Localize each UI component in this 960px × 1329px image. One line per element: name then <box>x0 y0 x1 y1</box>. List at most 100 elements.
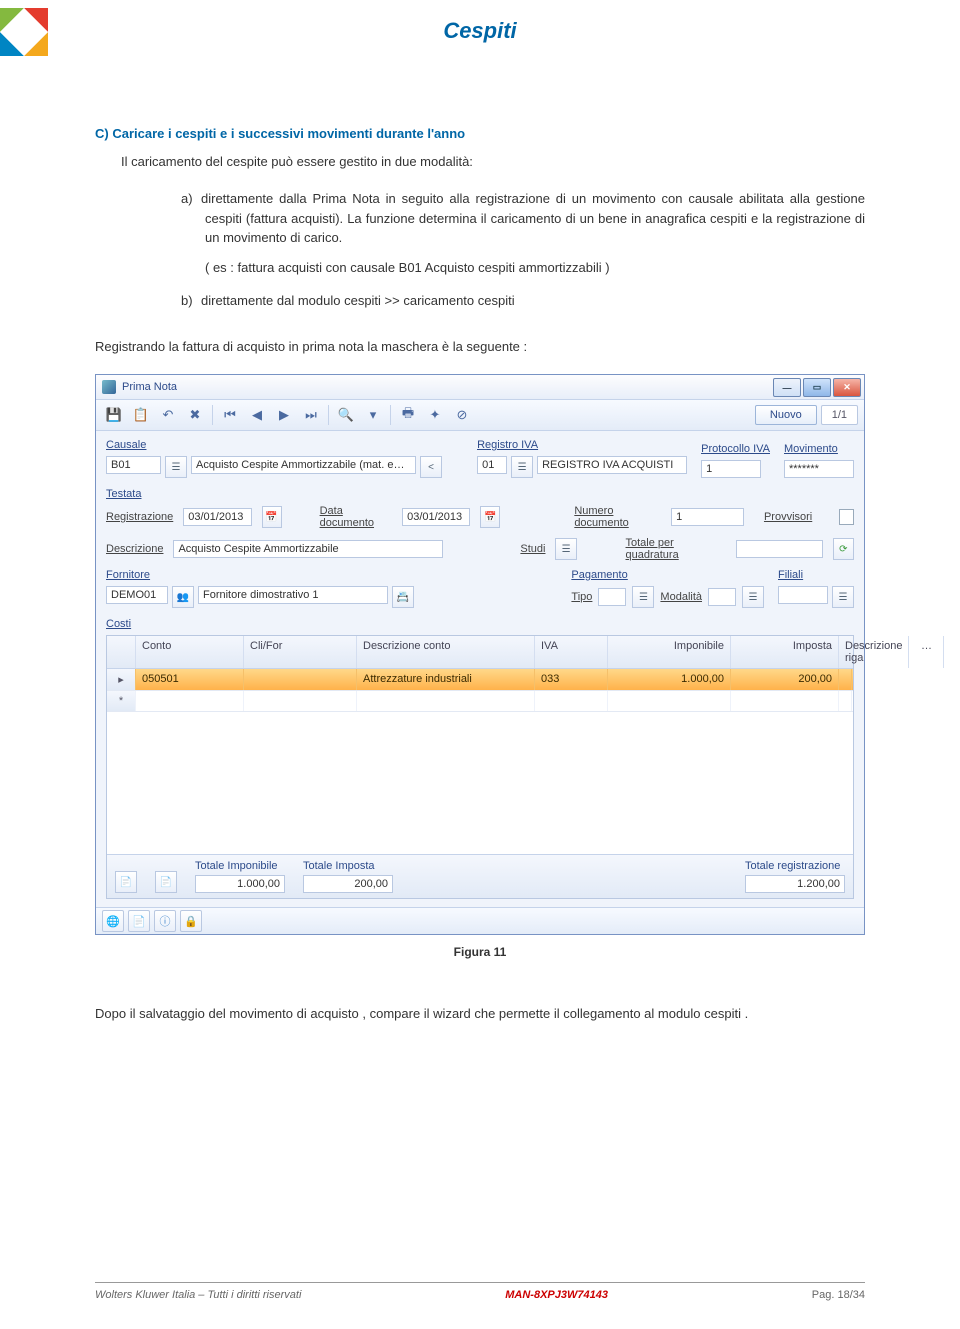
studi-button[interactable]: ☰ <box>555 538 576 560</box>
label-tot-imponibile: Totale Imponibile <box>195 860 285 872</box>
num-documento-input[interactable]: 1 <box>671 508 744 526</box>
section-fornitore: Fornitore <box>106 569 150 581</box>
toolbar-close-icon[interactable]: ⊘ <box>450 403 474 427</box>
status-doc-icon[interactable]: 📄 <box>128 910 150 932</box>
option-a-tag: a) <box>181 189 201 209</box>
cell-imposta[interactable]: 200,00 <box>731 669 839 690</box>
prima-nota-window: Prima Nota — ▭ ✕ 💾 📋 ↶ ✖ ⏮ ◀ ▶ ⏭ 🔍 ▾ 🖶 ✦… <box>95 374 865 935</box>
totquad-action-button[interactable]: ⟳ <box>833 538 854 560</box>
cal-documento-button[interactable]: 📅 <box>480 506 500 528</box>
fornitore-action-button[interactable]: 📇 <box>392 586 414 608</box>
cell-desc[interactable]: Attrezzature industriali <box>357 669 535 690</box>
toolbar-first-icon[interactable]: ⏮ <box>218 403 242 427</box>
label-totquad: Totale per quadratura <box>626 537 726 561</box>
grid-header: Conto Cli/For Descrizione conto IVA Impo… <box>107 636 853 669</box>
option-b-tag: b) <box>181 291 201 311</box>
label-tipo: Tipo <box>571 591 592 603</box>
cell-drig[interactable] <box>839 669 852 690</box>
footer-left: Wolters Kluwer Italia – Tutti i diritti … <box>95 1289 301 1301</box>
col-iva[interactable]: IVA <box>535 636 608 668</box>
option-b-text: direttamente dal modulo cespiti >> caric… <box>201 293 515 308</box>
page-header-title: Cespiti <box>95 0 865 44</box>
causale-desc-input[interactable]: Acquisto Cespite Ammortizzabile (mat. e… <box>191 456 416 474</box>
cell-more[interactable] <box>852 669 853 690</box>
status-globe-icon[interactable]: 🌐 <box>102 910 124 932</box>
footer-btn-2[interactable]: 📄 <box>155 871 177 893</box>
cell-iva[interactable]: 033 <box>535 669 608 690</box>
label-studi: Studi <box>520 543 545 555</box>
provvisori-checkbox[interactable] <box>839 509 854 525</box>
causale-code-input[interactable]: B01 <box>106 456 161 474</box>
col-clifor[interactable]: Cli/For <box>244 636 357 668</box>
toolbar: 💾 📋 ↶ ✖ ⏮ ◀ ▶ ⏭ 🔍 ▾ 🖶 ✦ ⊘ Nuovo 1/1 <box>96 400 864 431</box>
section-c-heading: C) Caricare i cespiti e i successivi mov… <box>95 124 865 144</box>
cal-registrazione-button[interactable]: 📅 <box>262 506 282 528</box>
grid-row-new[interactable]: * <box>107 691 853 712</box>
col-conto[interactable]: Conto <box>136 636 244 668</box>
cell-conto[interactable]: 050501 <box>136 669 244 690</box>
window-title: Prima Nota <box>122 381 177 393</box>
registro-code-input[interactable]: 01 <box>477 456 507 474</box>
section-filiali: Filiali <box>778 569 803 581</box>
toolbar-next-icon[interactable]: ▶ <box>272 403 296 427</box>
fornitore-desc-input[interactable]: Fornitore dimostrativo 1 <box>198 586 388 604</box>
option-a-example: ( es : fattura acquisti con causale B01 … <box>205 258 865 278</box>
toolbar-last-icon[interactable]: ⏭ <box>299 403 323 427</box>
maximize-button[interactable]: ▭ <box>803 378 831 397</box>
filiali-input[interactable] <box>778 586 828 604</box>
tot-imposta-value: 200,00 <box>303 875 393 893</box>
registro-desc-input[interactable]: REGISTRO IVA ACQUISTI <box>537 456 687 474</box>
fornitore-lookup-button[interactable]: 👥 <box>172 586 194 608</box>
cell-clifor[interactable] <box>244 669 357 690</box>
label-registrazione: Registrazione <box>106 511 173 523</box>
modalita-lookup-button[interactable]: ☰ <box>742 586 764 608</box>
label-tot-imposta: Totale Imposta <box>303 860 393 872</box>
toolbar-print-icon[interactable]: 🖶 <box>396 403 420 427</box>
tipo-lookup-button[interactable]: ☰ <box>632 586 654 608</box>
registro-lookup-button[interactable]: ☰ <box>511 456 533 478</box>
section-protocollo: Protocollo IVA <box>701 443 770 455</box>
toolbar-filter-icon[interactable]: ▾ <box>361 403 385 427</box>
protocollo-input[interactable]: 1 <box>701 460 761 478</box>
status-info-icon[interactable]: ⓘ <box>154 910 176 932</box>
toolbar-undo-icon[interactable]: ↶ <box>156 403 180 427</box>
toolbar-delete-icon[interactable]: ✖ <box>183 403 207 427</box>
col-more[interactable]: … <box>909 636 944 668</box>
totquad-input[interactable] <box>736 540 823 558</box>
data-registrazione-input[interactable]: 03/01/2013 <box>183 508 251 526</box>
toolbar-save-icon[interactable]: 💾 <box>102 403 126 427</box>
data-documento-input[interactable]: 03/01/2013 <box>402 508 470 526</box>
movimento-input[interactable]: ******* <box>784 460 854 478</box>
grid-row-selected[interactable]: ▸ 050501 Attrezzature industriali 033 1.… <box>107 669 853 691</box>
col-imponibile[interactable]: Imponibile <box>608 636 731 668</box>
toolbar-action-icon[interactable]: ✦ <box>423 403 447 427</box>
toolbar-search-icon[interactable]: 🔍 <box>334 403 358 427</box>
close-button[interactable]: ✕ <box>833 378 861 397</box>
filiali-lookup-button[interactable]: ☰ <box>832 586 854 608</box>
toolbar-prev-icon[interactable]: ◀ <box>245 403 269 427</box>
causale-less-button[interactable]: < <box>420 456 442 478</box>
figure-caption: Figura 11 <box>95 945 865 959</box>
after-text: Dopo il salvataggio del movimento di acq… <box>95 1004 865 1024</box>
registration-line: Registrando la fattura di acquisto in pr… <box>95 337 865 357</box>
col-descrizione-riga[interactable]: Descrizione riga <box>839 636 909 668</box>
fornitore-code-input[interactable]: DEMO01 <box>106 586 168 604</box>
label-tot-registrazione: Totale registrazione <box>745 860 845 872</box>
toolbar-paste-icon[interactable]: 📋 <box>129 403 153 427</box>
col-imposta[interactable]: Imposta <box>731 636 839 668</box>
status-lock-icon[interactable]: 🔒 <box>180 910 202 932</box>
descrizione-input[interactable]: Acquisto Cespite Ammortizzabile <box>173 540 442 558</box>
col-desc[interactable]: Descrizione conto <box>357 636 535 668</box>
label-datadoc: Data documento <box>320 505 393 529</box>
section-registro: Registro IVA <box>477 439 538 451</box>
tot-imponibile-value: 1.000,00 <box>195 875 285 893</box>
nuovo-button[interactable]: Nuovo <box>755 405 817 425</box>
footer-btn-1[interactable]: 📄 <box>115 871 137 893</box>
record-counter: 1/1 <box>821 405 858 425</box>
modalita-input[interactable] <box>708 588 736 606</box>
causale-lookup-button[interactable]: ☰ <box>165 456 187 478</box>
cell-imponibile[interactable]: 1.000,00 <box>608 669 731 690</box>
section-testata: Testata <box>106 488 141 500</box>
minimize-button[interactable]: — <box>773 378 801 397</box>
tipo-input[interactable] <box>598 588 626 606</box>
